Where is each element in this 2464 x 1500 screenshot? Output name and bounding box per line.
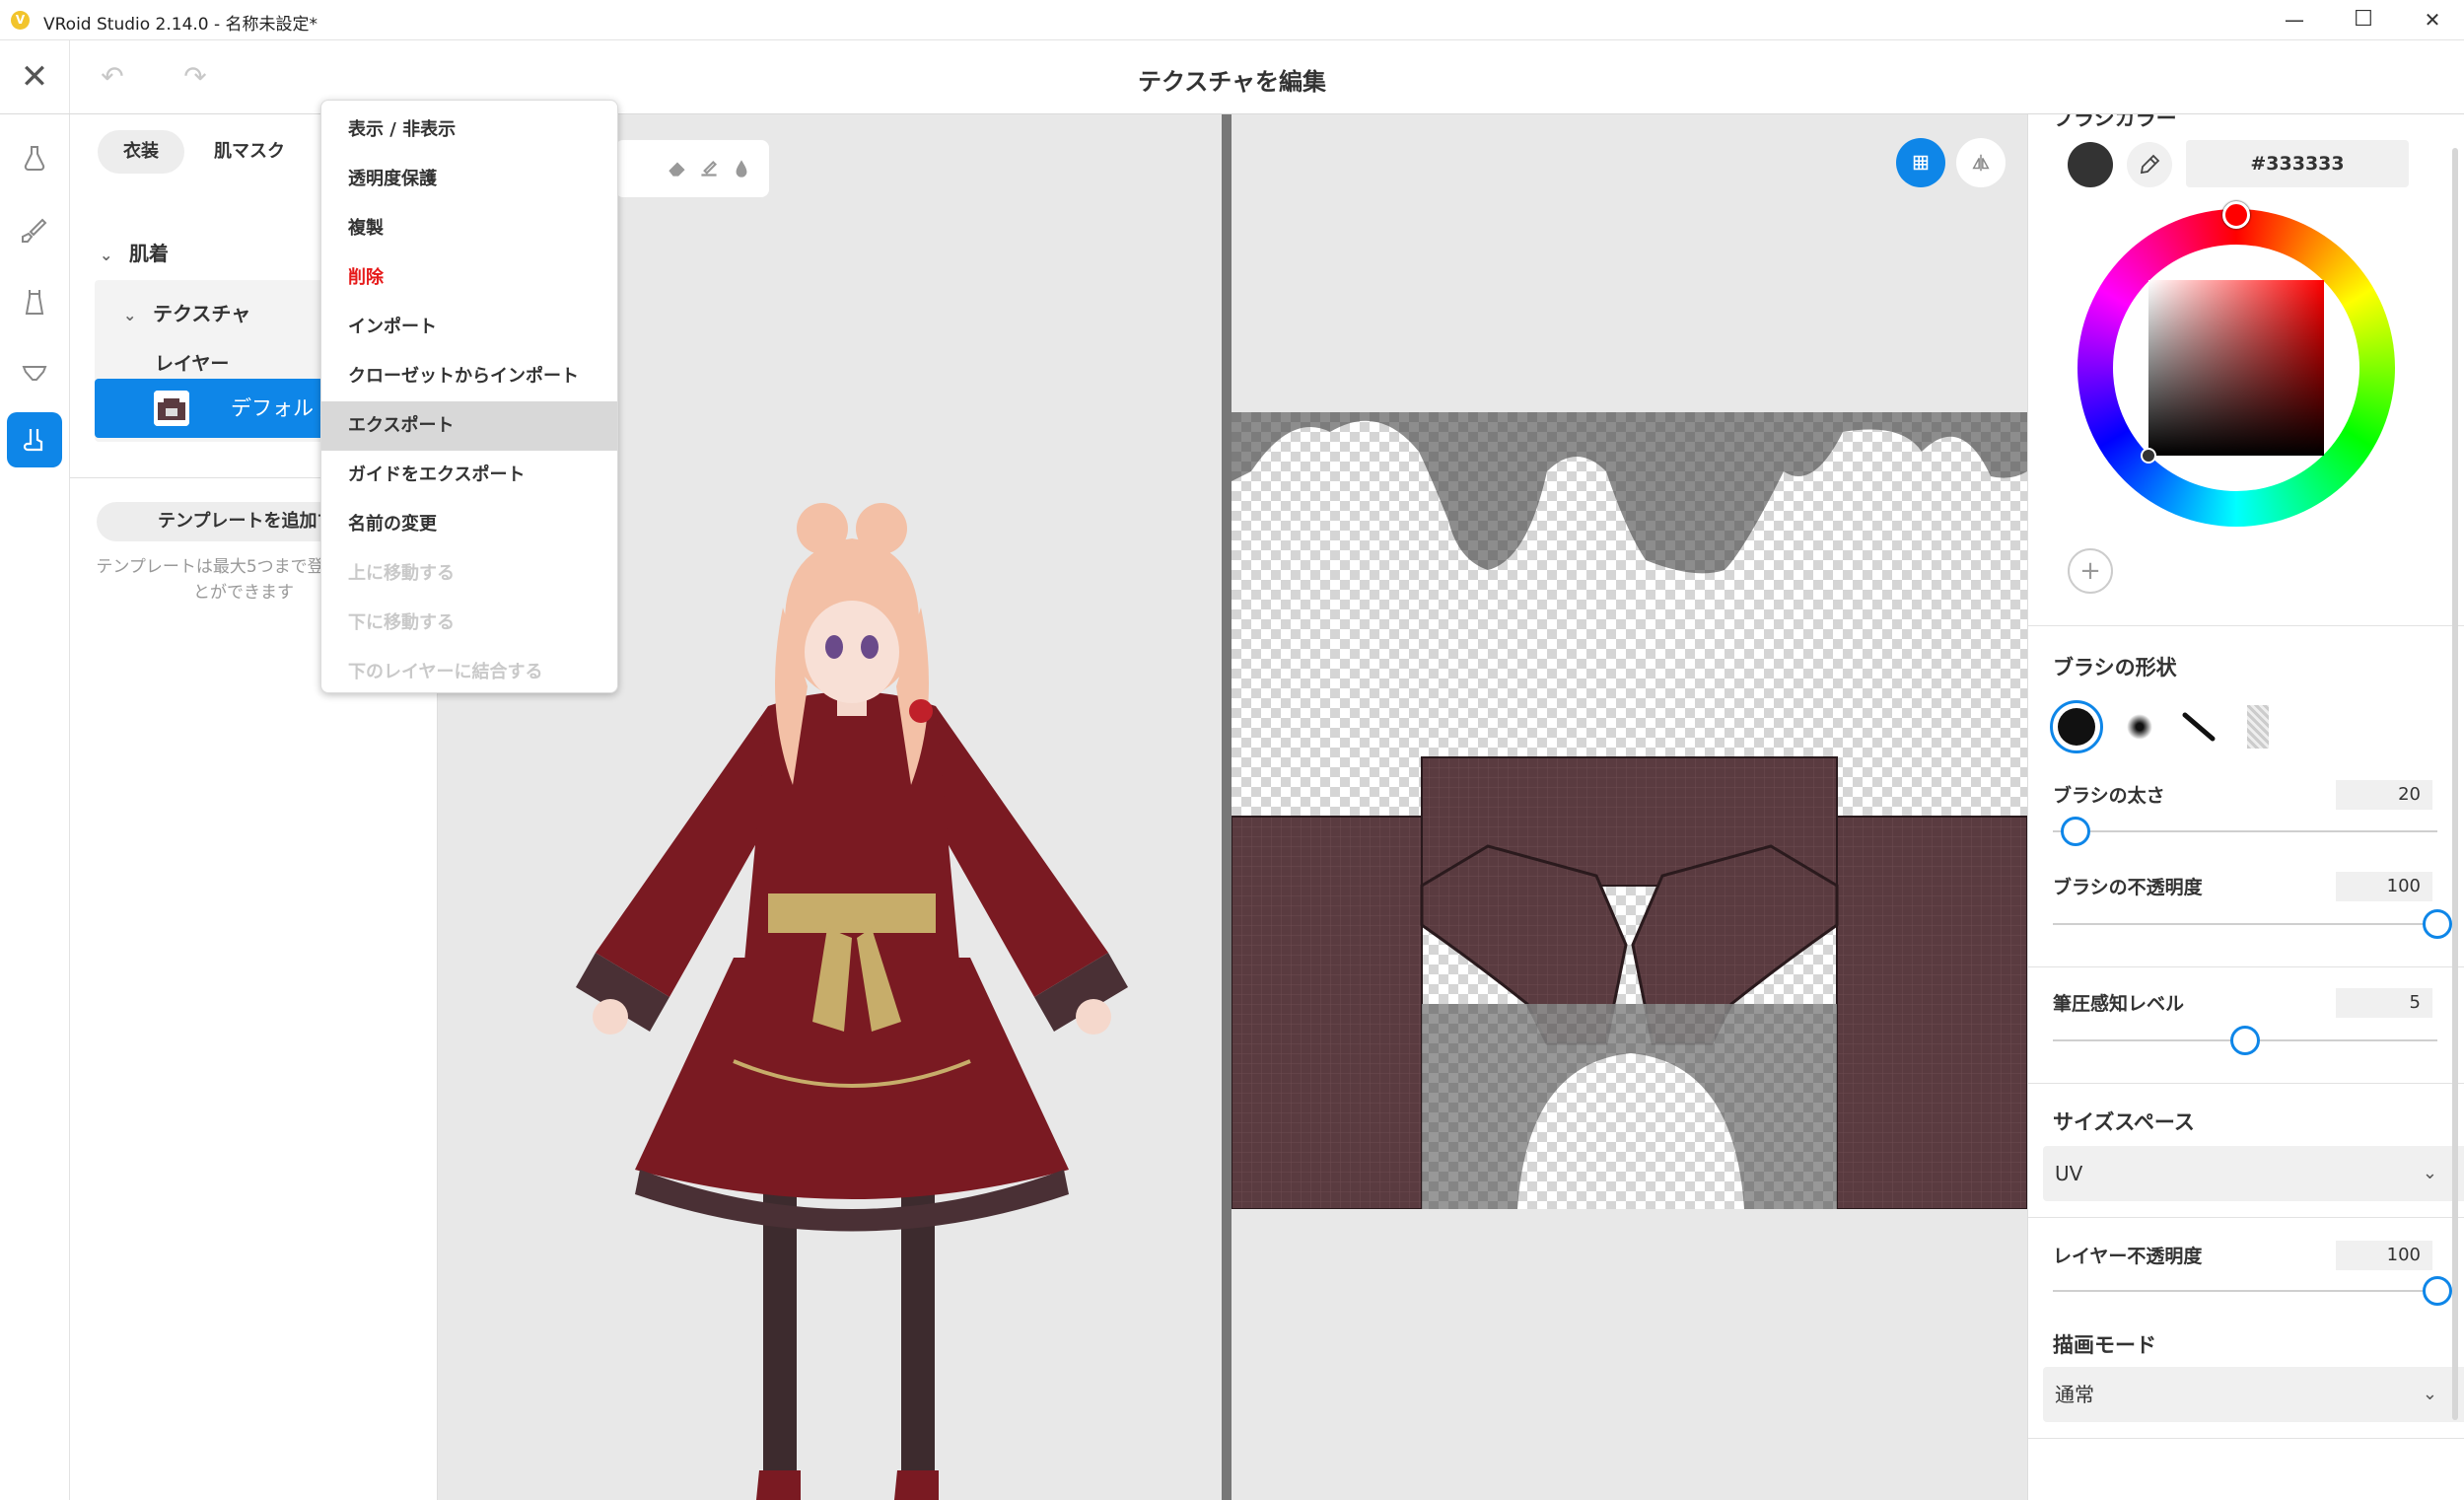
brush-size-value[interactable]: 20 bbox=[2336, 780, 2432, 810]
window-titlebar: V VRoid Studio 2.14.0 - 名称未設定* — ☐ ✕ bbox=[0, 0, 2464, 40]
color-wheel[interactable] bbox=[2077, 201, 2395, 527]
menu-item-import-from-closet[interactable]: クローゼットからインポート bbox=[321, 352, 617, 401]
size-space-value: UV bbox=[2055, 1162, 2083, 1185]
mirror-toggle-button[interactable] bbox=[1956, 138, 2006, 187]
soft-brush-icon bbox=[2127, 714, 2152, 740]
mode-rail bbox=[0, 114, 70, 1500]
menu-item-import[interactable]: インポート bbox=[321, 303, 617, 352]
menu-item-rename[interactable]: 名前の変更 bbox=[321, 500, 617, 549]
window-title: VRoid Studio 2.14.0 - 名称未設定* bbox=[43, 15, 318, 35]
menu-item-export-guide[interactable]: ガイドをエクスポート bbox=[321, 451, 617, 500]
page-title: テクスチャを編集 bbox=[1137, 68, 1327, 96]
hex-color-input[interactable]: #333333 bbox=[2186, 140, 2409, 187]
uv-texture-editor[interactable] bbox=[1232, 114, 2027, 1500]
brush-size-slider[interactable] bbox=[2053, 830, 2437, 832]
brush-color-label: ブラシカラー bbox=[2053, 114, 2177, 130]
eyedropper-button[interactable] bbox=[2127, 142, 2172, 187]
tree-item-underwear[interactable]: ⌄ 肌着 bbox=[100, 229, 169, 278]
rail-face-button[interactable] bbox=[7, 130, 62, 185]
dress-icon bbox=[25, 290, 44, 315]
brush-size-slider-thumb[interactable] bbox=[2061, 817, 2091, 846]
chevron-down-icon: ⌄ bbox=[2422, 1384, 2437, 1404]
menu-item-export[interactable]: エクスポート bbox=[321, 401, 617, 451]
chevron-down-icon: ⌄ bbox=[123, 306, 137, 324]
layer-opacity-label: レイヤー不透明度 bbox=[2053, 1246, 2203, 1267]
layer-context-menu: 表示 / 非表示 透明度保護 複製 削除 インポート クローゼットからインポート… bbox=[320, 100, 618, 693]
brush-shape-round-hard[interactable] bbox=[2050, 700, 2103, 753]
menu-item-delete[interactable]: 削除 bbox=[321, 253, 617, 303]
brush-shape-label: ブラシの形状 bbox=[2053, 656, 2177, 679]
divider bbox=[2028, 966, 2464, 967]
rail-accessory-button[interactable] bbox=[7, 345, 62, 400]
layer-opacity-slider[interactable] bbox=[2053, 1290, 2437, 1292]
divider bbox=[2028, 625, 2464, 626]
color-picker-handle[interactable] bbox=[2141, 448, 2156, 464]
size-space-select[interactable]: UV ⌄ bbox=[2043, 1146, 2464, 1201]
view-split-handle[interactable] bbox=[1222, 114, 1232, 1500]
tree-item-label: 肌着 bbox=[129, 242, 169, 265]
eyedropper-icon bbox=[2140, 154, 2160, 175]
menu-item-merge-down: 下のレイヤーに結合する bbox=[348, 662, 543, 682]
rail-body-button[interactable] bbox=[7, 274, 62, 329]
maximize-button[interactable]: ☐ bbox=[2329, 0, 2398, 39]
mirror-icon bbox=[1972, 154, 1990, 172]
uv-texture-canvas[interactable] bbox=[1232, 412, 2027, 1209]
current-color-swatch[interactable] bbox=[2068, 142, 2113, 187]
brush-opacity-slider-thumb[interactable] bbox=[2423, 909, 2452, 939]
grid-toggle-button[interactable] bbox=[1896, 138, 1945, 187]
saturation-value-square[interactable] bbox=[2148, 280, 2324, 456]
brush-opacity-value[interactable]: 100 bbox=[2336, 872, 2432, 901]
round-brush-icon bbox=[2058, 708, 2095, 746]
brush-shape-texture[interactable] bbox=[2231, 700, 2285, 753]
pressure-label: 筆圧感知レベル bbox=[2053, 993, 2185, 1015]
layer-opacity-value[interactable]: 100 bbox=[2336, 1241, 2432, 1270]
line-brush-icon bbox=[2182, 712, 2216, 742]
tree-item-label: テクスチャ bbox=[153, 302, 251, 325]
underwear-icon bbox=[22, 366, 47, 381]
menu-item-move-down: 下に移動する bbox=[348, 612, 455, 633]
bottle-icon bbox=[24, 146, 45, 171]
brush-settings-panel: ブラシカラー #333333 + ブラシの形状 ブラシの太さ 20 ブラシの不透… bbox=[2027, 114, 2464, 1500]
divider bbox=[2028, 1217, 2464, 1218]
brush-opacity-slider[interactable] bbox=[2053, 923, 2437, 925]
tab-clothing[interactable]: 衣装 bbox=[98, 130, 184, 174]
brush-opacity-label: ブラシの不透明度 bbox=[2053, 877, 2203, 898]
tree-item-texture[interactable]: ⌄ テクスチャ bbox=[123, 289, 250, 338]
chevron-down-icon: ⌄ bbox=[100, 246, 113, 264]
minimize-button[interactable]: — bbox=[2260, 0, 2329, 39]
chevron-down-icon: ⌄ bbox=[2422, 1163, 2437, 1183]
window-close-button[interactable]: ✕ bbox=[2398, 0, 2464, 39]
layer-opacity-slider-thumb[interactable] bbox=[2423, 1276, 2452, 1306]
menu-item-move-up: 上に移動する bbox=[348, 563, 455, 584]
boot-icon bbox=[23, 429, 43, 452]
texture-brush-icon bbox=[2247, 705, 2269, 749]
brush-icon bbox=[22, 218, 47, 243]
pressure-slider-thumb[interactable] bbox=[2230, 1026, 2260, 1055]
draw-mode-value: 通常 bbox=[2055, 1383, 2094, 1406]
app-logo-icon: V bbox=[11, 11, 30, 30]
tab-skin-mask[interactable]: 肌マスク bbox=[188, 130, 311, 174]
draw-mode-select[interactable]: 通常 ⌄ bbox=[2043, 1367, 2464, 1422]
grid-icon bbox=[1913, 155, 1929, 171]
brush-shape-round-soft[interactable] bbox=[2113, 700, 2166, 753]
brush-shape-line[interactable] bbox=[2172, 700, 2225, 753]
layer-thumbnail bbox=[154, 391, 189, 426]
menu-item-duplicate[interactable]: 複製 bbox=[321, 204, 617, 253]
panel-scrollbar[interactable] bbox=[2452, 148, 2458, 1420]
draw-mode-label: 描画モード bbox=[2053, 1333, 2156, 1357]
rail-shoes-button[interactable] bbox=[7, 412, 62, 467]
add-swatch-button[interactable]: + bbox=[2068, 548, 2113, 594]
divider bbox=[2028, 1083, 2464, 1084]
rail-hair-button[interactable] bbox=[7, 203, 62, 258]
size-space-label: サイズスペース bbox=[2053, 1110, 2195, 1134]
hue-handle[interactable] bbox=[2222, 201, 2250, 229]
pressure-value[interactable]: 5 bbox=[2336, 988, 2432, 1018]
divider bbox=[2028, 1438, 2464, 1439]
menu-item-alpha-lock[interactable]: 透明度保護 bbox=[321, 155, 617, 204]
menu-item-toggle-visibility[interactable]: 表示 / 非表示 bbox=[321, 106, 617, 155]
brush-size-label: ブラシの太さ bbox=[2053, 785, 2165, 807]
